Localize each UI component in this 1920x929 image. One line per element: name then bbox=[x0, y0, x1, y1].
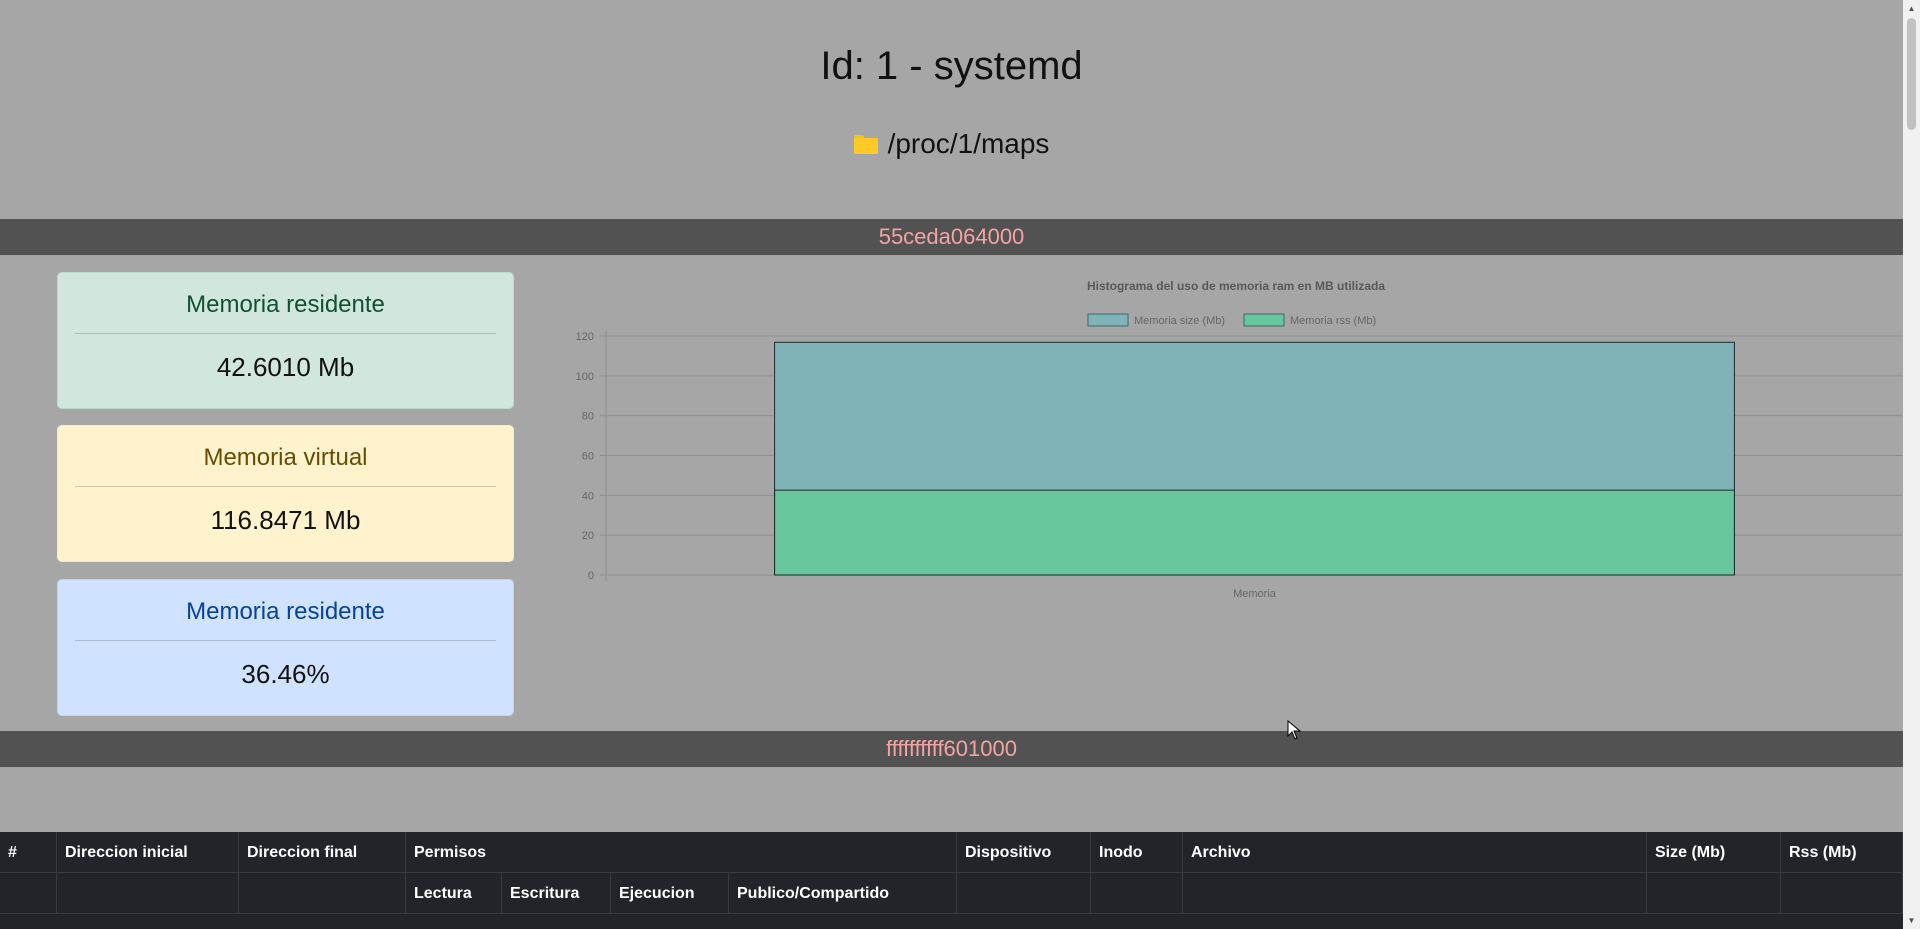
maps-path-label: /proc/1/maps bbox=[887, 128, 1050, 159]
col-header-archivo: Archivo bbox=[1183, 832, 1647, 873]
card-memoria-virtual: Memoria virtual 116.8471 Mb bbox=[57, 425, 514, 562]
legend-label: Memoria size (Mb) bbox=[1134, 315, 1225, 327]
scrollbar-thumb[interactable] bbox=[1907, 18, 1916, 130]
table-subheader-row: Lectura Escritura Ejecucion Publico/Comp… bbox=[0, 873, 1903, 914]
col-header-index: # bbox=[0, 832, 57, 873]
card-value: 42.6010 Mb bbox=[216, 352, 355, 382]
legend-swatch bbox=[1243, 313, 1285, 327]
bar-memoria-rss bbox=[774, 489, 1735, 576]
scroll-down-icon[interactable]: ▼ bbox=[1903, 912, 1920, 929]
y-tick-label: 80 bbox=[582, 411, 594, 423]
page-title: Id: 1 - systemd bbox=[820, 44, 1083, 88]
y-tick-label: 100 bbox=[576, 371, 594, 383]
chart-legend: Memoria size (Mb) Memoria rss (Mb) bbox=[1087, 313, 1376, 327]
vertical-scrollbar[interactable]: ▲ ▼ bbox=[1903, 0, 1920, 929]
legend-label: Memoria rss (Mb) bbox=[1290, 315, 1376, 327]
card-title: Memoria residente bbox=[75, 273, 496, 334]
folder-icon bbox=[853, 134, 878, 154]
y-tick-label: 20 bbox=[582, 530, 594, 542]
col-header-end: Direccion final bbox=[239, 832, 406, 873]
chart-title: Histograma del uso de memoria ram en MB … bbox=[1087, 279, 1385, 293]
col-header-start: Direccion inicial bbox=[57, 832, 239, 873]
address-bar-end: ffffffffff601000 bbox=[0, 731, 1903, 767]
col-header-escritura: Escritura bbox=[502, 873, 611, 914]
page: Id: 1 - systemd /proc/1/maps 55ceda06400… bbox=[0, 0, 1903, 929]
col-header-size: Size (Mb) bbox=[1647, 832, 1781, 873]
col-header-dispositivo: Dispositivo bbox=[957, 832, 1091, 873]
col-header-ejecucion: Ejecucion bbox=[611, 873, 729, 914]
card-memoria-residente-pct: Memoria residente 36.46% bbox=[57, 579, 514, 716]
address-end-label: ffffffffff601000 bbox=[886, 736, 1017, 761]
col-header-lectura: Lectura bbox=[406, 873, 502, 914]
card-value: 36.46% bbox=[241, 659, 330, 689]
col-header-rss: Rss (Mb) bbox=[1781, 832, 1903, 873]
col-header-permisos: Permisos bbox=[406, 832, 957, 873]
card-value: 116.8471 Mb bbox=[210, 505, 361, 535]
card-title: Memoria residente bbox=[75, 580, 496, 641]
memory-histogram-chart: Histograma del uso de memoria ram en MB … bbox=[576, 279, 1903, 600]
card-title: Memoria virtual bbox=[75, 426, 496, 487]
chart-x-labels: Memoria bbox=[1233, 588, 1277, 600]
y-tick-label: 0 bbox=[588, 570, 594, 582]
legend-swatch bbox=[1087, 313, 1129, 327]
y-tick-label: 40 bbox=[582, 490, 594, 502]
chart-bars bbox=[774, 341, 1735, 576]
col-header-inodo: Inodo bbox=[1091, 832, 1183, 873]
y-tick-label: 120 bbox=[576, 331, 594, 343]
table-header-row: # Direccion inicial Direccion final Perm… bbox=[0, 832, 1903, 873]
scroll-up-icon[interactable]: ▲ bbox=[1903, 0, 1920, 17]
maps-path: /proc/1/maps bbox=[0, 128, 1903, 160]
x-tick-label: Memoria bbox=[1233, 588, 1277, 600]
maps-table: # Direccion inicial Direccion final Perm… bbox=[0, 832, 1903, 929]
mouse-cursor-icon bbox=[1287, 720, 1301, 740]
address-bar-start: 55ceda064000 bbox=[0, 219, 1903, 255]
col-header-publico: Publico/Compartido bbox=[729, 873, 957, 914]
y-tick-label: 60 bbox=[582, 451, 594, 463]
card-memoria-residente: Memoria residente 42.6010 Mb bbox=[57, 272, 514, 409]
address-start-label: 55ceda064000 bbox=[878, 224, 1025, 249]
